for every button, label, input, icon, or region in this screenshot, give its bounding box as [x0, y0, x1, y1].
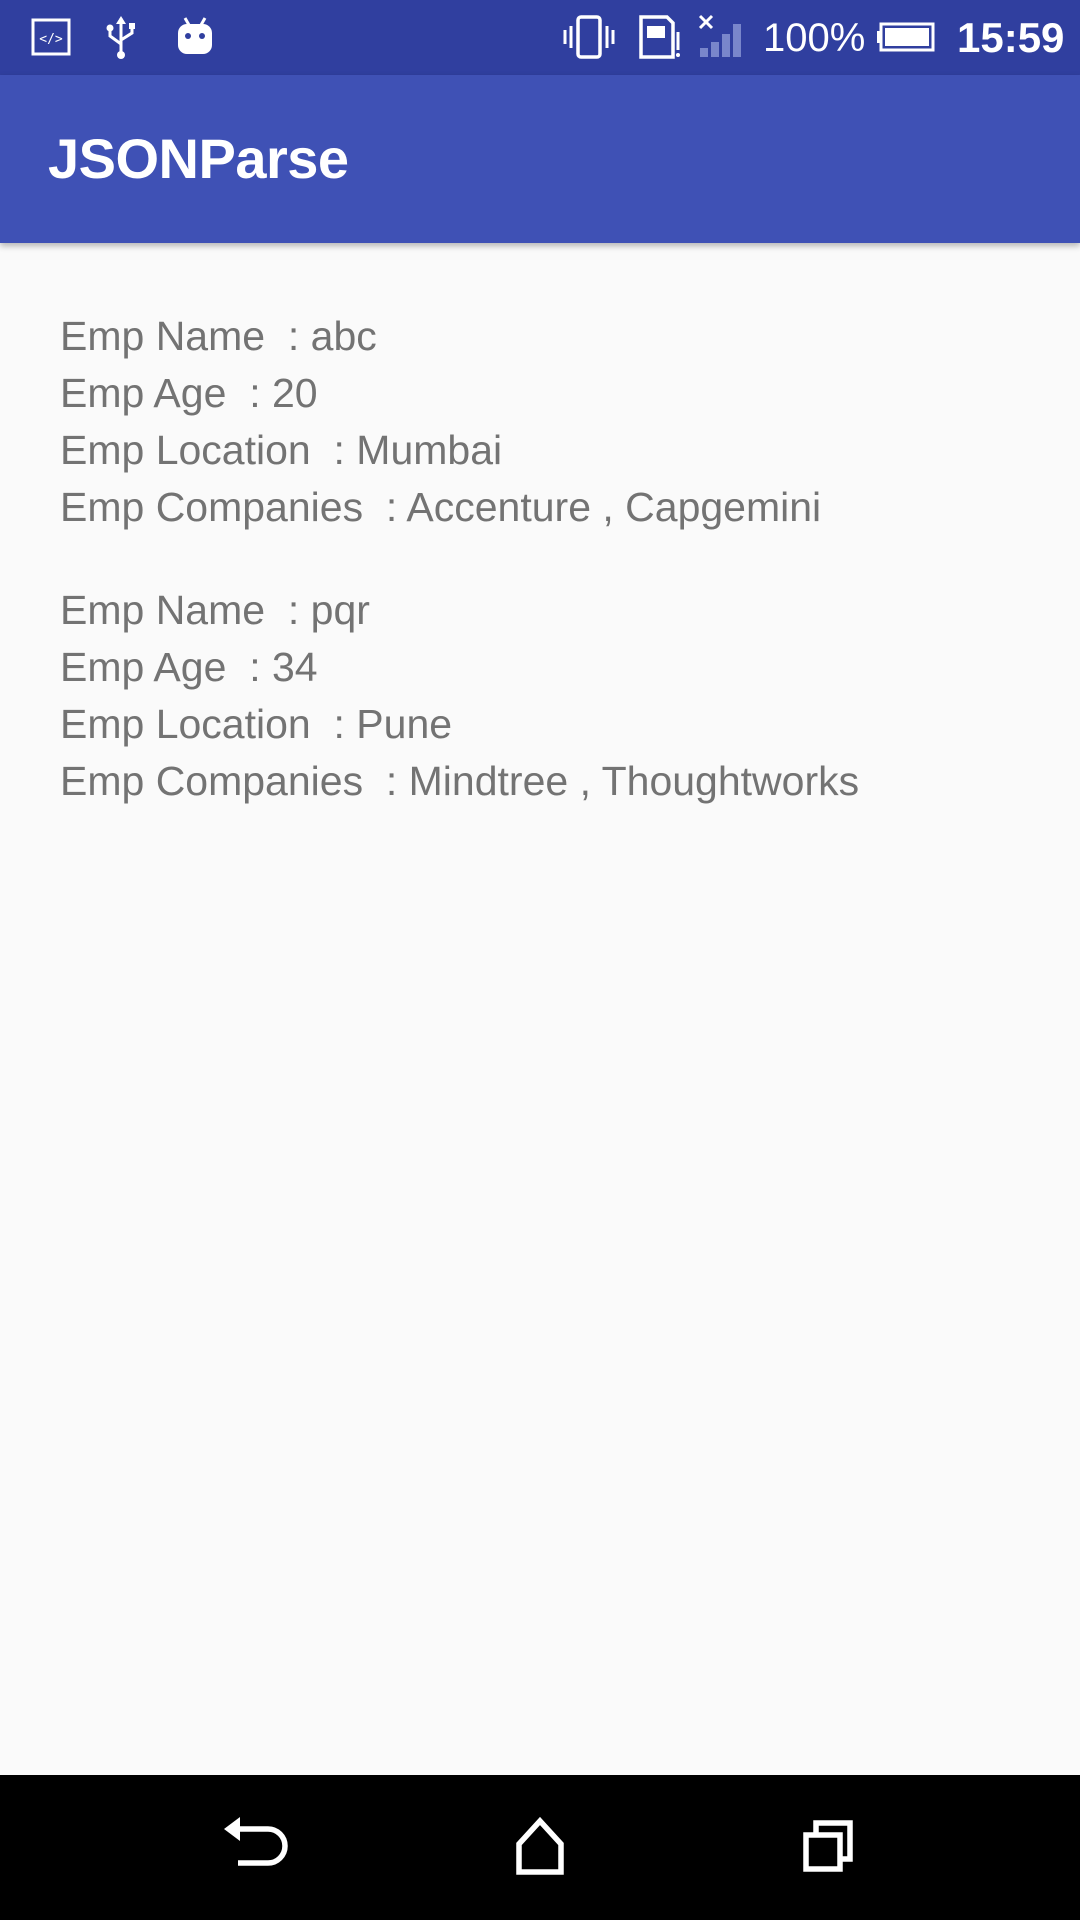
emp-location-value: : Pune: [333, 701, 453, 747]
emp-age-label: Emp Age: [60, 370, 227, 416]
android-icon: [178, 17, 212, 54]
emp-companies-value: : Mindtree , Thoughtworks: [385, 758, 860, 804]
signal-icon: [698, 14, 741, 57]
home-icon[interactable]: [490, 1797, 590, 1897]
emp-location-row: Emp Location : Mumbai: [60, 422, 859, 479]
emp-companies-value: : Accenture , Capgemini: [385, 484, 822, 530]
emp-name-value: : abc: [287, 313, 377, 359]
emp-name-label: Emp Name: [60, 313, 266, 359]
emp-age-label: Emp Age: [60, 644, 227, 690]
emp-name-row: Emp Name : pqr: [60, 582, 859, 639]
emp-age-row: Emp Age : 20: [60, 365, 859, 422]
emp-companies-label: Emp Companies: [60, 758, 364, 804]
employee-list: Emp Name : abc Emp Age : 20 Emp Location…: [60, 308, 859, 856]
sim-alert-icon: [639, 15, 680, 59]
emp-age-row: Emp Age : 34: [60, 639, 859, 696]
status-bar: </> 100% 15:59: [0, 0, 1080, 75]
emp-location-label: Emp Location: [60, 701, 311, 747]
emp-age-value: : 20: [249, 370, 318, 416]
vibrate-icon: [563, 15, 615, 59]
emp-companies-row: Emp Companies : Accenture , Capgemini: [60, 479, 859, 536]
navigation-bar: [0, 1775, 1080, 1920]
employee-card: Emp Name : abc Emp Age : 20 Emp Location…: [60, 308, 859, 536]
employee-list-screen: Emp Name : abc Emp Age : 20 Emp Location…: [0, 243, 1080, 1775]
emp-location-label: Emp Location: [60, 427, 311, 473]
emp-location-row: Emp Location : Pune: [60, 696, 859, 753]
emp-location-value: : Mumbai: [333, 427, 503, 473]
battery-icon: [877, 22, 935, 52]
emp-companies-label: Emp Companies: [60, 484, 364, 530]
clock: 15:59: [957, 14, 1065, 61]
usb-icon: [106, 16, 135, 59]
app-bar: JSONParse: [0, 75, 1080, 243]
emp-name-value: : pqr: [287, 587, 370, 633]
svg-text:</>: </>: [39, 32, 63, 47]
employee-card: Emp Name : pqr Emp Age : 34 Emp Location…: [60, 582, 859, 810]
emp-age-value: : 34: [249, 644, 318, 690]
back-icon[interactable]: [202, 1797, 302, 1897]
emp-name-row: Emp Name : abc: [60, 308, 859, 365]
recents-icon[interactable]: [778, 1797, 878, 1897]
app-title: JSONParse: [48, 127, 349, 190]
emp-companies-row: Emp Companies : Mindtree , Thoughtworks: [60, 753, 859, 810]
battery-percent: 100%: [763, 16, 866, 60]
emp-name-label: Emp Name: [60, 587, 266, 633]
code-icon: </>: [31, 18, 71, 56]
